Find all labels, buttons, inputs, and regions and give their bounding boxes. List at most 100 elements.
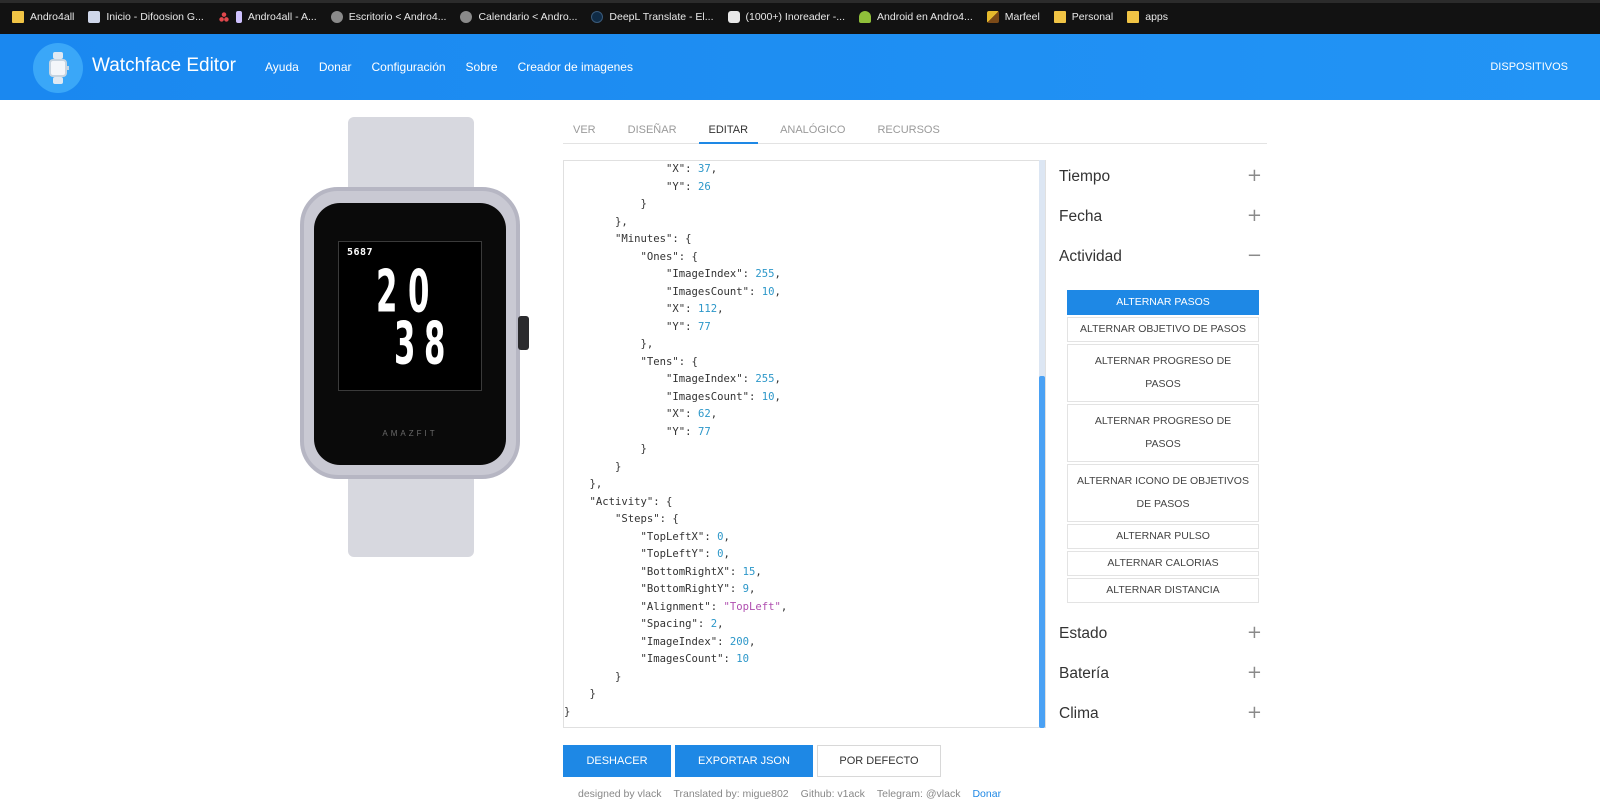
expand-plus-icon[interactable]: +	[1247, 662, 1262, 683]
nav-image-creator[interactable]: Creador de imagenes	[518, 60, 633, 74]
editor-tabs: VER DISEÑAR EDITAR ANALÓGICO RECURSOS	[563, 118, 1267, 144]
code-token: },	[564, 338, 654, 350]
toggle-option-button[interactable]: ALTERNAR PULSO	[1067, 524, 1259, 549]
code-token: "ImagesCount":	[564, 285, 762, 298]
bookmark-item[interactable]: Personal	[1053, 11, 1113, 23]
section-estado[interactable]: Estado +	[1059, 617, 1265, 657]
section-fecha[interactable]: Fecha +	[1059, 200, 1265, 240]
code-line: "Tens": {	[564, 354, 787, 372]
logo-watch-knob	[67, 66, 69, 70]
code-token: ,	[774, 285, 781, 298]
site-favicon-icon	[235, 11, 242, 23]
bookmark-item[interactable]: apps	[1127, 11, 1168, 23]
site-icon	[217, 11, 230, 23]
bookmark-item[interactable]: Marfeel	[986, 11, 1040, 23]
tab-ver[interactable]: VER	[563, 118, 606, 144]
watch-crown	[518, 316, 529, 350]
app-title[interactable]: Watchface Editor	[92, 55, 236, 77]
watch-logo-icon[interactable]	[33, 43, 83, 93]
toggle-option-button[interactable]: ALTERNAR PROGRESO DE PASOS	[1067, 344, 1259, 402]
code-line: }	[564, 441, 787, 459]
export-json-button[interactable]: EXPORTAR JSON	[675, 745, 813, 777]
tab-recursos[interactable]: RECURSOS	[867, 118, 949, 144]
code-token: }	[564, 705, 571, 718]
bookmark-item[interactable]: Calendario < Andro...	[460, 11, 577, 23]
code-token: ,	[717, 618, 724, 630]
code-line: "Spacing": 2,	[564, 616, 787, 634]
code-token: ,	[710, 408, 718, 420]
json-editor[interactable]: "X": 37, "Y": 26 } }, "Minutes": { "Ones…	[563, 160, 1046, 728]
code-line: }	[564, 669, 787, 687]
toggle-option-button[interactable]: ALTERNAR PROGRESO DE PASOS	[1067, 404, 1259, 462]
code-token: ,	[774, 268, 781, 280]
toggle-option-button[interactable]: ALTERNAR DISTANCIA	[1067, 578, 1259, 603]
undo-button[interactable]: DESHACER	[563, 745, 671, 777]
expand-plus-icon[interactable]: +	[1247, 165, 1262, 186]
editor-scrollbar-thumb[interactable]	[1039, 376, 1045, 728]
code-token: 77	[697, 320, 711, 333]
toggle-option-button[interactable]: ALTERNAR OBJETIVO DE PASOS	[1067, 317, 1259, 342]
logo-strap-top	[53, 52, 63, 59]
code-token: "ImagesCount":	[564, 390, 762, 403]
toggle-option-button[interactable]: ALTERNAR ICONO DE OBJETIVOS DE PASOS	[1067, 464, 1259, 522]
expand-plus-icon[interactable]: +	[1247, 622, 1262, 643]
section-tiempo[interactable]: Tiempo +	[1059, 160, 1265, 200]
footer-donate-link[interactable]: Donar	[972, 788, 1001, 800]
expand-plus-icon[interactable]: +	[1247, 205, 1262, 226]
bookmark-item[interactable]: (1000+) Inoreader -...	[727, 11, 846, 23]
json-code[interactable]: "X": 37, "Y": 26 } }, "Minutes": { "Ones…	[564, 161, 787, 721]
expand-plus-icon[interactable]: +	[1247, 702, 1262, 723]
code-token: 112	[697, 303, 718, 315]
code-token: 255	[755, 268, 775, 280]
nav-about[interactable]: Sobre	[466, 60, 498, 74]
code-line: "Steps": {	[564, 511, 787, 529]
nav-settings[interactable]: Configuración	[372, 60, 446, 74]
bookmark-label: (1000+) Inoreader -...	[745, 11, 846, 23]
toggle-option-button[interactable]: ALTERNAR CALORIAS	[1067, 551, 1259, 576]
code-token: ,	[723, 548, 730, 560]
section-title: Estado	[1059, 625, 1108, 642]
toggle-option-button[interactable]: ALTERNAR PASOS	[1067, 290, 1259, 315]
bookmark-label: apps	[1145, 11, 1169, 23]
collapse-minus-icon[interactable]: −	[1247, 245, 1262, 266]
nav-help[interactable]: Ayuda	[265, 60, 299, 74]
code-token: "Ones": {	[564, 250, 698, 263]
globe-icon	[330, 11, 343, 23]
logo-strap-bottom	[53, 77, 63, 84]
bookmark-item[interactable]: Android en Andro4...	[859, 11, 973, 23]
activity-options: ALTERNAR PASOS ALTERNAR OBJETIVO DE PASOS…	[1059, 280, 1265, 617]
footer-designed: designed by vlack	[578, 788, 662, 800]
bookmark-label: Android en Andro4...	[877, 11, 973, 23]
bookmark-item[interactable]: Andro4all	[12, 11, 74, 23]
section-title: Batería	[1059, 665, 1109, 682]
tab-disenar[interactable]: DISEÑAR	[618, 118, 687, 144]
element-panel: Tiempo + Fecha + Actividad − ALTERNAR PA…	[1059, 160, 1265, 737]
logo-watch-shape	[49, 52, 69, 84]
tab-analogico[interactable]: ANALÓGICO	[770, 118, 855, 144]
watch-brand: AMAZFIT	[382, 429, 438, 438]
devices-link[interactable]: DISPOSITIVOS	[1490, 61, 1568, 73]
code-token: 10	[761, 285, 775, 298]
code-token: ,	[774, 390, 781, 403]
reset-default-button[interactable]: POR DEFECTO	[817, 745, 941, 777]
marfeel-icon	[986, 11, 999, 23]
bookmark-label: Andro4all - A...	[247, 11, 317, 23]
code-token: "Activity": {	[564, 495, 673, 508]
code-line: "Alignment": "TopLeft",	[564, 599, 788, 617]
bookmark-item[interactable]: Escritorio < Andro4...	[330, 11, 446, 23]
bookmark-item[interactable]: DeepL Translate - El...	[591, 11, 714, 23]
code-token: }	[564, 443, 647, 455]
bookmark-item[interactable]: Inicio - Difoosion G...	[88, 11, 204, 23]
section-clima[interactable]: Clima +	[1059, 697, 1265, 737]
section-actividad[interactable]: Actividad −	[1059, 240, 1265, 280]
code-token: 10	[761, 390, 775, 403]
tab-editar[interactable]: EDITAR	[698, 118, 759, 144]
nav-donate[interactable]: Donar	[319, 60, 352, 74]
code-token: 15	[742, 565, 756, 578]
code-token: "TopLeftX":	[564, 530, 718, 543]
code-token: "Spacing":	[564, 618, 711, 630]
document-icon	[88, 11, 101, 23]
section-bateria[interactable]: Batería +	[1059, 657, 1265, 697]
code-line: "Y": 77	[564, 424, 787, 442]
bookmark-item[interactable]: Andro4all - A...	[217, 11, 317, 23]
